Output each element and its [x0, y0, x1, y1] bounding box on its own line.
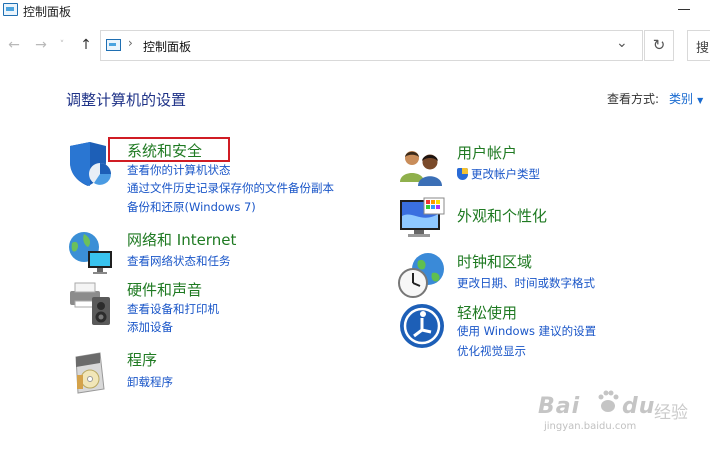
- link-change-date-time-format[interactable]: 更改日期、时间或数字格式: [457, 275, 595, 291]
- control-panel-icon: [106, 39, 121, 51]
- breadcrumb-control-panel[interactable]: 控制面板: [143, 38, 191, 55]
- shield-pie-icon[interactable]: [66, 140, 114, 188]
- category-title[interactable]: 程序: [127, 349, 157, 370]
- category-title[interactable]: 轻松使用: [457, 302, 517, 323]
- watermark-url: jingyan.baidu.com: [544, 421, 637, 432]
- category-programs: 程序 卸载程序: [66, 349, 366, 397]
- search-placeholder: 搜: [696, 41, 710, 56]
- search-input[interactable]: 搜: [687, 30, 710, 61]
- programs-disc-icon[interactable]: [66, 349, 114, 397]
- back-arrow-icon[interactable]: ←: [5, 36, 23, 54]
- watermark-logo-suffix: du: [622, 394, 656, 419]
- caret-down-icon[interactable]: ▼: [697, 96, 703, 105]
- view-by-dropdown[interactable]: 类别: [669, 92, 693, 106]
- category-title[interactable]: 硬件和声音: [127, 279, 202, 300]
- refresh-button[interactable]: ↻: [644, 30, 674, 61]
- recent-locations-icon[interactable]: ˅: [56, 36, 68, 54]
- link-backup-restore-win7[interactable]: 备份和还原(Windows 7): [127, 199, 256, 215]
- link-optimize-visual-display[interactable]: 优化视觉显示: [457, 343, 526, 359]
- category-title[interactable]: 网络和 Internet: [127, 229, 236, 250]
- link-network-status[interactable]: 查看网络状态和任务: [127, 253, 231, 269]
- paw-icon: [598, 390, 619, 412]
- link-text: 更改帐户类型: [471, 167, 540, 181]
- category-hardware-sound: 硬件和声音 查看设备和打印机 添加设备: [66, 279, 366, 339]
- link-view-computer-status[interactable]: 查看你的计算机状态: [127, 162, 231, 178]
- window-title: 控制面板: [23, 5, 72, 19]
- address-bar[interactable]: › 控制面板 ⌄: [100, 30, 643, 61]
- printer-speaker-icon[interactable]: [66, 279, 114, 327]
- view-by: 查看方式: 类别 ▼: [607, 90, 703, 107]
- link-add-device[interactable]: 添加设备: [127, 319, 173, 335]
- view-by-label: 查看方式:: [607, 92, 660, 106]
- uac-shield-icon: [457, 168, 468, 180]
- chevron-down-icon[interactable]: ⌄: [616, 35, 628, 51]
- category-user-accounts: 用户帐户 更改帐户类型: [398, 142, 698, 187]
- navigation-bar: ← → ˅ ↑ › 控制面板 ⌄ ↻ 搜: [0, 30, 710, 62]
- category-appearance-personalization: 外观和个性化: [398, 196, 698, 244]
- link-change-account-type[interactable]: 更改帐户类型: [457, 166, 540, 182]
- users-icon[interactable]: [398, 142, 446, 190]
- watermark-logo: Bai: [538, 394, 581, 419]
- link-windows-recommended-settings[interactable]: 使用 Windows 建议的设置: [457, 323, 596, 339]
- ease-of-access-icon[interactable]: [398, 302, 446, 350]
- category-network-internet: 网络和 Internet 查看网络状态和任务: [66, 229, 366, 274]
- network-globe-icon[interactable]: [66, 229, 114, 277]
- minimize-button[interactable]: [678, 9, 690, 10]
- category-title[interactable]: 外观和个性化: [457, 205, 547, 226]
- watermark-jingyan: 经验: [654, 403, 688, 423]
- highlight-box: [108, 137, 230, 162]
- up-arrow-icon[interactable]: ↑: [77, 36, 95, 54]
- link-devices-printers[interactable]: 查看设备和打印机: [127, 301, 219, 317]
- link-file-history-backup[interactable]: 通过文件历史记录保存你的文件备份副本: [127, 180, 334, 196]
- monitor-palette-icon[interactable]: [398, 196, 446, 244]
- link-uninstall-program[interactable]: 卸载程序: [127, 374, 173, 390]
- page-title: 调整计算机的设置: [66, 91, 187, 109]
- control-panel-icon: [3, 3, 18, 16]
- breadcrumb-separator-icon[interactable]: ›: [128, 36, 133, 50]
- title-bar: 控制面板: [0, 0, 710, 22]
- clock-globe-icon[interactable]: [398, 251, 446, 299]
- forward-arrow-icon[interactable]: →: [32, 36, 50, 54]
- baidu-watermark: Bai du 经验 jingyan.baidu.com: [538, 384, 698, 444]
- category-ease-of-access: 轻松使用 使用 Windows 建议的设置 优化视觉显示: [398, 302, 698, 358]
- category-title[interactable]: 用户帐户: [457, 142, 517, 163]
- category-clock-region: 时钟和区域 更改日期、时间或数字格式: [398, 251, 698, 299]
- category-title[interactable]: 时钟和区域: [457, 251, 532, 272]
